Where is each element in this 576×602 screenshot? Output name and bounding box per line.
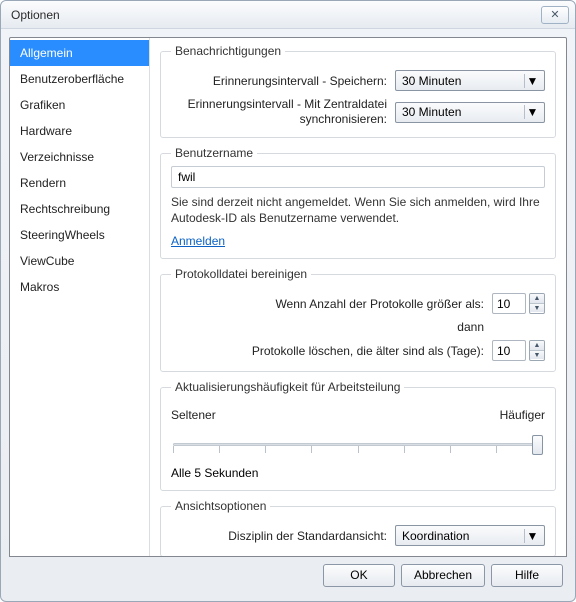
spin-down-icon[interactable]: ▼ <box>530 303 544 312</box>
spin-up-icon[interactable]: ▲ <box>530 341 544 350</box>
spinner-buttons: ▲ ▼ <box>529 340 545 361</box>
titlebar: Optionen ✕ <box>1 1 575 29</box>
sync-interval-value: 30 Minuten <box>402 105 461 119</box>
sidebar-item-general[interactable]: Allgemein <box>10 40 149 66</box>
group-notifications-legend: Benachrichtigungen <box>171 44 285 58</box>
log-age-spinner[interactable]: ▲ ▼ <box>492 340 545 361</box>
main-pane: Allgemein Benutzeroberfläche Grafiken Ha… <box>9 37 567 557</box>
group-notifications: Benachrichtigungen Erinnerungsintervall … <box>160 44 556 138</box>
sidebar-item-hardware[interactable]: Hardware <box>10 118 149 144</box>
freq-slider-wrap: Seltener Häufiger Alle 5 Sekunden <box>171 408 545 480</box>
save-interval-value: 30 Minuten <box>402 74 461 88</box>
ok-button[interactable]: OK <box>323 564 395 587</box>
group-log-cleanup-legend: Protokolldatei bereinigen <box>171 267 311 281</box>
save-interval-combo[interactable]: 30 Minuten ▼ <box>395 70 545 91</box>
options-dialog: Optionen ✕ Allgemein Benutzeroberfläche … <box>0 0 576 602</box>
category-sidebar: Allgemein Benutzeroberfläche Grafiken Ha… <box>10 38 150 556</box>
freq-value-caption: Alle 5 Sekunden <box>171 466 545 480</box>
group-worksharing-freq-legend: Aktualisierungshäufigkeit für Arbeitstei… <box>171 380 404 394</box>
log-age-label: Protokolle löschen, die älter sind als (… <box>171 344 492 358</box>
cancel-button[interactable]: Abbrechen <box>401 564 485 587</box>
window-title: Optionen <box>11 8 60 22</box>
group-log-cleanup: Protokolldatei bereinigen Wenn Anzahl de… <box>160 267 556 372</box>
sync-interval-label: Erinnerungsintervall - Mit Zentraldatei … <box>171 97 395 127</box>
client-area: Allgemein Benutzeroberfläche Grafiken Ha… <box>1 29 575 601</box>
log-count-label: Wenn Anzahl der Protokolle größer als: <box>171 297 492 311</box>
discipline-value: Koordination <box>402 529 469 543</box>
dialog-footer: OK Abbrechen Hilfe <box>9 557 567 593</box>
sidebar-item-graphics[interactable]: Grafiken <box>10 92 149 118</box>
freq-right-label: Häufiger <box>500 408 545 422</box>
spin-down-icon[interactable]: ▼ <box>530 350 544 359</box>
group-username: Benutzername Sie sind derzeit nicht ange… <box>160 146 556 259</box>
chevron-down-icon: ▼ <box>524 105 540 119</box>
sync-interval-combo[interactable]: 30 Minuten ▼ <box>395 102 545 123</box>
close-icon: ✕ <box>550 8 559 21</box>
username-input[interactable] <box>171 166 545 188</box>
help-button[interactable]: Hilfe <box>491 564 563 587</box>
chevron-down-icon: ▼ <box>524 529 540 543</box>
log-count-input[interactable] <box>492 293 526 314</box>
group-view-options: Ansichtsoptionen Disziplin der Standarda… <box>160 499 556 556</box>
sidebar-item-directories[interactable]: Verzeichnisse <box>10 144 149 170</box>
sidebar-item-ui[interactable]: Benutzeroberfläche <box>10 66 149 92</box>
username-note: Sie sind derzeit nicht angemeldet. Wenn … <box>171 194 545 226</box>
chevron-down-icon: ▼ <box>524 74 540 88</box>
close-button[interactable]: ✕ <box>541 6 569 24</box>
discipline-label: Disziplin der Standardansicht: <box>171 529 395 543</box>
group-view-options-legend: Ansichtsoptionen <box>171 499 270 513</box>
titlebar-buttons: ✕ <box>541 6 569 24</box>
content-pane: Benachrichtigungen Erinnerungsintervall … <box>150 38 566 556</box>
sidebar-item-render[interactable]: Rendern <box>10 170 149 196</box>
sidebar-item-steeringwheels[interactable]: SteeringWheels <box>10 222 149 248</box>
sidebar-item-macros[interactable]: Makros <box>10 274 149 300</box>
sidebar-item-spelling[interactable]: Rechtschreibung <box>10 196 149 222</box>
slider-thumb[interactable] <box>532 435 543 455</box>
group-username-legend: Benutzername <box>171 146 257 160</box>
slider-rail <box>173 443 543 446</box>
save-interval-label: Erinnerungsintervall - Speichern: <box>171 74 395 88</box>
freq-slider[interactable] <box>173 432 543 456</box>
log-then-label: dann <box>171 320 492 334</box>
group-worksharing-freq: Aktualisierungshäufigkeit für Arbeitstei… <box>160 380 556 491</box>
discipline-combo[interactable]: Koordination ▼ <box>395 525 545 546</box>
sidebar-item-viewcube[interactable]: ViewCube <box>10 248 149 274</box>
spin-up-icon[interactable]: ▲ <box>530 294 544 303</box>
log-count-spinner[interactable]: ▲ ▼ <box>492 293 545 314</box>
freq-left-label: Seltener <box>171 408 216 422</box>
login-link[interactable]: Anmelden <box>171 234 225 248</box>
spinner-buttons: ▲ ▼ <box>529 293 545 314</box>
log-age-input[interactable] <box>492 340 526 361</box>
